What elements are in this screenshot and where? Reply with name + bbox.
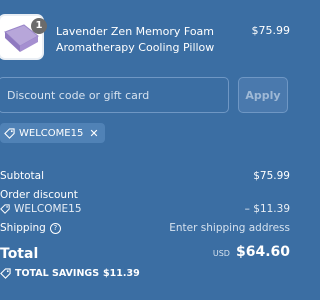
total-value-group: USD $64.60	[213, 244, 290, 260]
subtotal-value: $75.99	[253, 170, 290, 182]
discount-code-row: WELCOME15 – $11.39	[0, 203, 290, 215]
quantity-badge: 1	[31, 18, 47, 34]
applied-discount-code: WELCOME15	[19, 127, 84, 139]
tag-icon	[4, 127, 15, 139]
total-savings: TOTAL SAVINGS $11.39	[0, 268, 140, 279]
shipping-value: Enter shipping address	[169, 222, 290, 234]
tag-icon	[0, 204, 10, 214]
shipping-label: Shipping	[0, 222, 46, 234]
subtotal-row: Subtotal $75.99	[0, 170, 290, 182]
product-price: $75.99	[251, 24, 291, 37]
order-discount-label: Order discount	[0, 189, 78, 201]
total-amount: $64.60	[235, 244, 290, 260]
applied-discount-chip: WELCOME15 ✕	[0, 123, 105, 143]
shipping-row: Shipping ? Enter shipping address	[0, 222, 290, 234]
subtotal-label: Subtotal	[0, 170, 44, 182]
savings-value: $11.39	[103, 268, 140, 279]
order-discount-row: Order discount	[0, 189, 290, 201]
line-item: 1 Lavender Zen Memory Foam Aromatherapy …	[0, 10, 300, 62]
total-label: Total	[0, 246, 39, 262]
remove-discount-icon[interactable]: ✕	[89, 127, 98, 140]
total-currency: USD	[212, 249, 230, 258]
product-name: Lavender Zen Memory Foam Aromatherapy Co…	[56, 25, 215, 54]
discount-value: – $11.39	[244, 203, 290, 215]
discount-code-label: WELCOME15	[14, 203, 82, 215]
apply-button[interactable]: Apply	[238, 77, 288, 113]
discount-code-input[interactable]	[0, 77, 229, 113]
savings-label: TOTAL SAVINGS	[15, 268, 100, 279]
tag-icon	[0, 268, 11, 279]
help-icon[interactable]: ?	[49, 222, 61, 234]
